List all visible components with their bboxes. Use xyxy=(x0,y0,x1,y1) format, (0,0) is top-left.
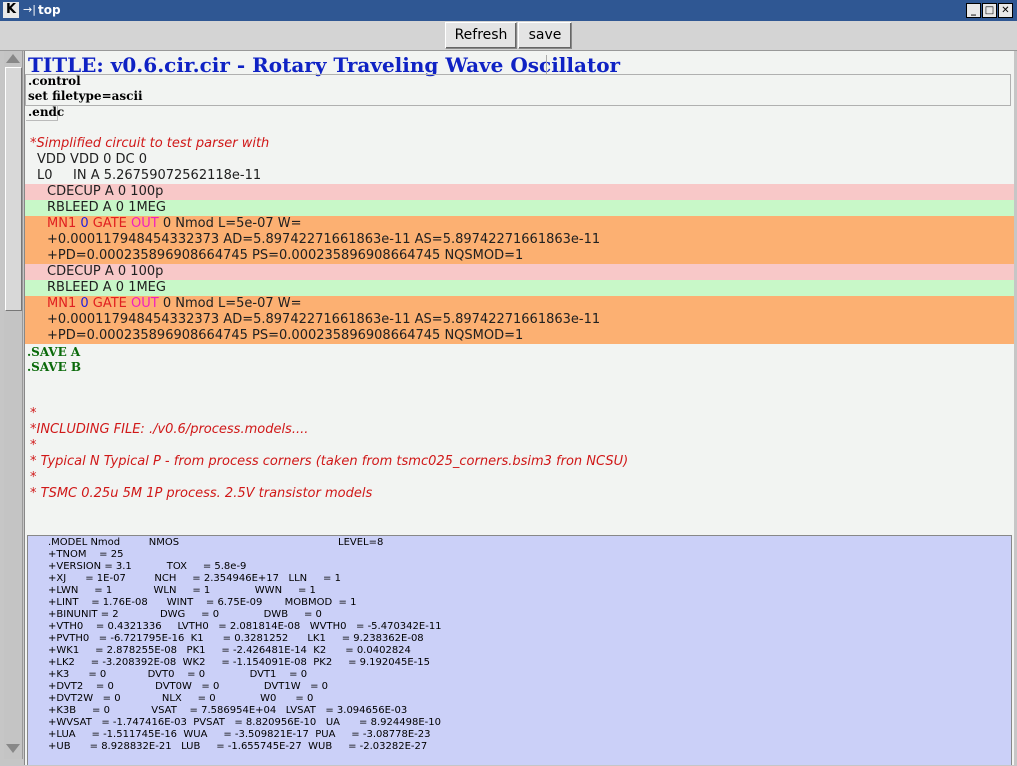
model-line: +DVT2 = 0 DVT0W = 0 DVT1W = 0 xyxy=(48,681,329,692)
comment-line: * TSMC 0.25u 5M 1P process. 2.5V transis… xyxy=(30,486,373,501)
netlist-line-mn1: MN1 0 GATE OUT 0 Nmod L=5e-07 W= xyxy=(47,216,302,232)
window-title: top xyxy=(38,3,61,17)
netlist-line-mn1-cont: +0.000117948454332373 AD=5.8974227166186… xyxy=(47,312,601,327)
control-line: .endc xyxy=(28,105,65,119)
close-icon: ✕ xyxy=(1001,5,1010,16)
scroll-thumb[interactable] xyxy=(5,67,22,311)
netlist-line-cdecup: CDECUP A 0 100p xyxy=(47,264,164,279)
mn1-rest: 0 Nmod L=5e-07 W= xyxy=(162,296,302,311)
model-line: +PVTH0 = -6.721795E-16 K1 = 0.3281252 LK… xyxy=(48,633,424,644)
mn1-name: MN1 xyxy=(47,216,77,231)
model-line: .MODEL Nmod NMOS LEVEL=8 xyxy=(48,537,384,548)
close-button[interactable]: ✕ xyxy=(998,3,1013,18)
refresh-button[interactable]: Refresh xyxy=(445,22,517,49)
mn1-out: OUT xyxy=(131,216,159,231)
model-line: +K3B = 0 VSAT = 7.586954E+04 LVSAT = 3.0… xyxy=(48,705,408,716)
maximize-button[interactable]: □ xyxy=(982,3,997,18)
window-titlebar[interactable]: K →| top _ □ ✕ xyxy=(0,0,1017,21)
mn1-rest: 0 Nmod L=5e-07 W= xyxy=(162,216,302,231)
netlist-line-mn1-cont: +PD=0.000235896908664745 PS=0.0002358969… xyxy=(47,328,524,343)
control-line: .control xyxy=(28,74,81,88)
mn1-gate: GATE xyxy=(92,216,127,231)
mn1-name: MN1 xyxy=(47,296,77,311)
model-block: .MODEL Nmod NMOS LEVEL=8 +TNOM = 25 +VER… xyxy=(27,535,1012,765)
pin-icon[interactable]: →| xyxy=(23,3,36,16)
comment-line: * xyxy=(30,470,37,485)
netlist-line-mn1-cont: +PD=0.000235896908664745 PS=0.0002358969… xyxy=(47,248,524,263)
control-line: set filetype=ascii xyxy=(28,89,143,103)
cdecup-highlight xyxy=(25,264,1014,280)
model-line: +VTH0 = 0.4321336 LVTH0 = 2.081814E-08 W… xyxy=(48,621,442,632)
mn1-node-0: 0 xyxy=(80,216,89,231)
netlist-line-rbleed: RBLEED A 0 1MEG xyxy=(47,200,166,215)
model-line: +DVT2W = 0 NLX = 0 W0 = 0 xyxy=(48,693,314,704)
minimize-button[interactable]: _ xyxy=(966,3,981,18)
save-button[interactable]: save xyxy=(518,22,572,49)
cdecup-highlight xyxy=(25,184,1014,200)
netlist-line-vdd: VDD VDD 0 DC 0 xyxy=(37,152,147,167)
title-edge xyxy=(546,55,547,74)
model-line: +LWN = 1 WLN = 1 WWN = 1 xyxy=(48,585,316,596)
mn1-gate: GATE xyxy=(92,296,127,311)
comment-line: * Typical N Typical P - from process cor… xyxy=(30,454,629,469)
mn1-node-0: 0 xyxy=(80,296,89,311)
scroll-down-arrow-icon[interactable] xyxy=(6,744,20,753)
model-line: +WK1 = 2.878255E-08 PK1 = -2.426481E-14 … xyxy=(48,645,411,656)
model-line: +XJ = 1E-07 NCH = 2.354946E+17 LLN = 1 xyxy=(48,573,341,584)
comment-line: * xyxy=(30,406,37,421)
mn1-out: OUT xyxy=(131,296,159,311)
netlist-line-cdecup: CDECUP A 0 100p xyxy=(47,184,164,199)
model-line: +LUA = -1.511745E-16 WUA = -3.509821E-17… xyxy=(48,729,431,740)
netlist-line-l0-name: L0 xyxy=(37,168,53,183)
netlist-view[interactable]: TITLE: v0.6.cir.cir - Rotary Traveling W… xyxy=(24,51,1014,765)
scroll-up-arrow-icon[interactable] xyxy=(6,54,20,63)
control-block xyxy=(25,74,1011,106)
netlist-line-mn1: MN1 0 GATE OUT 0 Nmod L=5e-07 W= xyxy=(47,296,302,312)
rbleed-highlight xyxy=(25,200,1014,216)
netlist-line-l0-rest: IN A 5.26759072562118e-11 xyxy=(73,168,262,183)
model-line: +TNOM = 25 xyxy=(48,549,124,560)
netlist-line-rbleed: RBLEED A 0 1MEG xyxy=(47,280,166,295)
model-line: +LK2 = -3.208392E-08 WK2 = -1.154091E-08… xyxy=(48,657,431,668)
save-directive: .SAVE B xyxy=(27,360,82,374)
comment-line: *Simplified circuit to test parser with xyxy=(30,136,270,151)
minimize-icon: _ xyxy=(971,5,976,16)
save-directive: .SAVE A xyxy=(27,345,81,359)
maximize-icon: □ xyxy=(984,5,995,16)
netlist-line-mn1-cont: +0.000117948454332373 AD=5.8974227166186… xyxy=(47,232,601,247)
model-line: +UB = 8.928832E-21 LUB = -1.655745E-27 W… xyxy=(48,741,428,752)
netlist-title: TITLE: v0.6.cir.cir - Rotary Traveling W… xyxy=(28,53,621,77)
comment-line: *INCLUDING FILE: ./v0.6/process.models..… xyxy=(30,422,309,437)
app-k-icon[interactable]: K xyxy=(3,2,19,18)
model-line: +VERSION = 3.1 TOX = 5.8e-9 xyxy=(48,561,247,572)
model-line: +WVSAT = -1.747416E-03 PVSAT = 8.820956E… xyxy=(48,717,441,728)
vertical-scrollbar[interactable] xyxy=(4,51,23,759)
comment-line: * xyxy=(30,438,37,453)
rbleed-highlight xyxy=(25,280,1014,296)
model-line: +LINT = 1.76E-08 WINT = 6.75E-09 MOBMOD … xyxy=(48,597,357,608)
toolbar: Refresh save xyxy=(0,21,1017,51)
model-line: +K3 = 0 DVT0 = 0 DVT1 = 0 xyxy=(48,669,308,680)
model-line: +BINUNIT = 2 DWG = 0 DWB = 0 xyxy=(48,609,322,620)
